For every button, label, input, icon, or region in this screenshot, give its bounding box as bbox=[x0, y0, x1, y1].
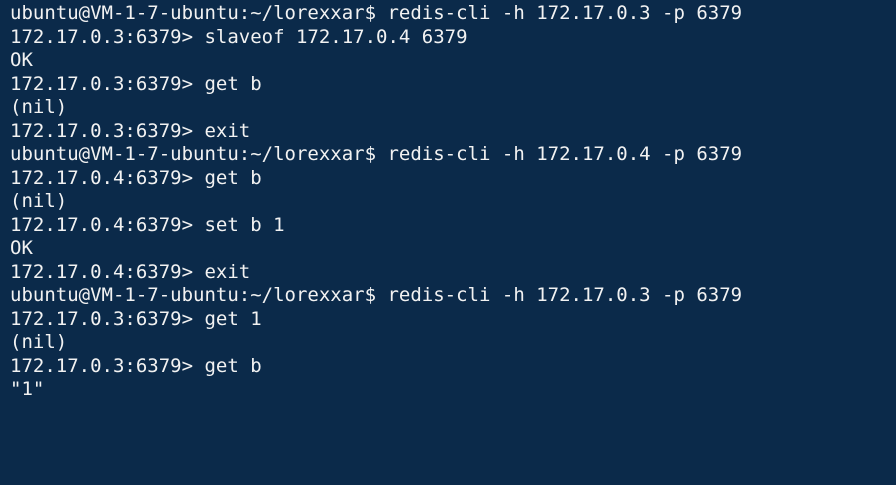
terminal-output[interactable]: ubuntu@VM-1-7-ubuntu:~/lorexxar$ redis-c… bbox=[0, 0, 896, 485]
redis-command-line: 172.17.0.3:6379> exit bbox=[10, 119, 251, 142]
redis-command-line: 172.17.0.4:6379> get b bbox=[10, 166, 262, 189]
redis-response-line: (nil) bbox=[10, 331, 68, 353]
redis-command-line: 172.17.0.4:6379> set b 1 bbox=[10, 213, 285, 236]
redis-response-line: OK bbox=[10, 49, 33, 71]
redis-command-line: 172.17.0.3:6379> get 1 bbox=[10, 307, 262, 330]
redis-response-line: (nil) bbox=[10, 96, 68, 118]
redis-command-line: 172.17.0.4:6379> exit bbox=[10, 260, 251, 283]
redis-command-line: 172.17.0.3:6379> get b bbox=[10, 72, 262, 95]
redis-response-line: OK bbox=[10, 237, 33, 259]
redis-command-line: 172.17.0.3:6379> slaveof 172.17.0.4 6379 bbox=[10, 25, 468, 48]
redis-response-line: "1" bbox=[10, 378, 45, 400]
shell-prompt-line: ubuntu@VM-1-7-ubuntu:~/lorexxar$ redis-c… bbox=[10, 2, 743, 24]
shell-prompt-line: ubuntu@VM-1-7-ubuntu:~/lorexxar$ redis-c… bbox=[10, 284, 743, 306]
shell-prompt-line: ubuntu@VM-1-7-ubuntu:~/lorexxar$ redis-c… bbox=[10, 143, 743, 165]
redis-command-line: 172.17.0.3:6379> get b bbox=[10, 354, 262, 377]
redis-response-line: (nil) bbox=[10, 190, 68, 212]
